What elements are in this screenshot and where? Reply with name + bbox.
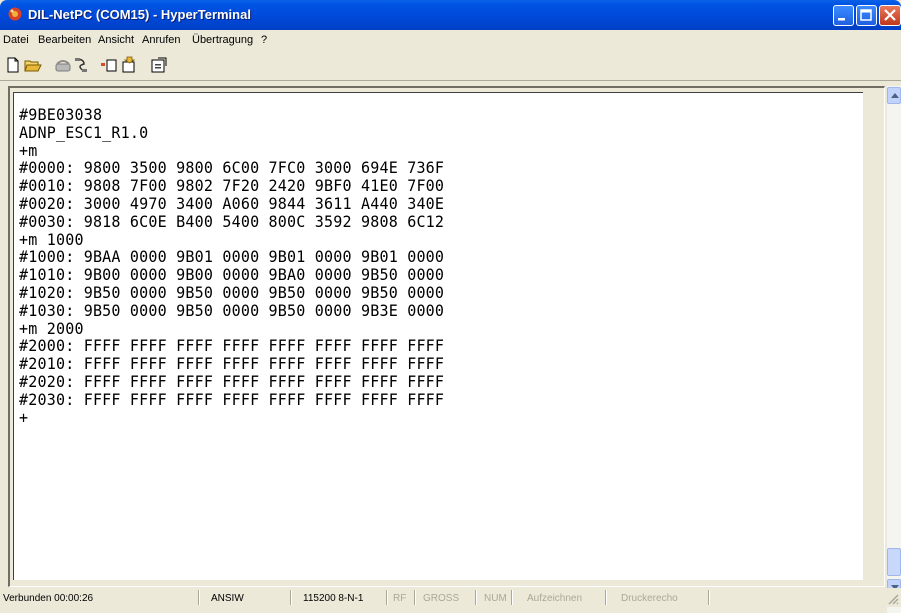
- status-separator: [198, 590, 200, 605]
- toolbar: [0, 50, 901, 81]
- scroll-thumb[interactable]: [887, 548, 901, 576]
- terminal-line: +m 2000: [19, 318, 84, 338]
- resize-grip-icon[interactable]: [886, 592, 899, 605]
- menu-bar: Datei Bearbeiten Ansicht Anrufen Übertra…: [0, 30, 901, 50]
- menu-datei[interactable]: Datei: [3, 34, 29, 46]
- call-icon[interactable]: [54, 56, 72, 74]
- terminal-line: #0000: 9800 3500 9800 6C00 7FC0 3000 694…: [19, 158, 445, 178]
- status-rf: RF: [393, 593, 407, 604]
- terminal-screen[interactable]: #9BE03038 ADNP_ESC1_R1.0 +m #0000: 9800 …: [13, 92, 863, 580]
- close-button[interactable]: [879, 5, 901, 26]
- terminal-line: #9BE03038: [19, 105, 103, 124]
- terminal-line: #1020: 9B50 0000 9B50 0000 9B50 0000 9B5…: [19, 282, 445, 302]
- terminal-line: +m 1000: [19, 229, 84, 249]
- terminal-line: +: [19, 407, 29, 427]
- receive-icon[interactable]: [120, 56, 138, 74]
- status-num: NUM: [484, 593, 507, 604]
- vertical-scrollbar[interactable]: [887, 86, 901, 613]
- status-druckerecho: Druckerecho: [621, 593, 678, 604]
- terminal-line: #0020: 3000 4970 3400 A060 9844 3611 A44…: [19, 193, 445, 213]
- status-aufzeichnen: Aufzeichnen: [527, 593, 583, 604]
- new-icon[interactable]: [4, 56, 22, 74]
- terminal-line: #0010: 9808 7F00 9802 7F20 2420 9BF0 41E…: [19, 176, 445, 196]
- status-connected: Verbunden 00:00:26: [3, 593, 94, 604]
- maximize-button[interactable]: [856, 5, 877, 26]
- window-title: DIL-NetPC (COM15) - HyperTerminal: [28, 7, 251, 22]
- status-gross: GROSS: [423, 593, 460, 604]
- terminal-line: #2000: FFFF FFFF FFFF FFFF FFFF FFFF FFF…: [19, 336, 445, 356]
- menu-ansicht[interactable]: Ansicht: [98, 34, 134, 46]
- status-bar: Verbunden 00:00:26 ANSIW 115200 8-N-1 RF…: [0, 588, 901, 607]
- scroll-up-button[interactable]: [887, 87, 901, 104]
- status-separator: [511, 590, 513, 605]
- minimize-button[interactable]: [833, 5, 854, 26]
- chevron-up-icon: [891, 93, 899, 98]
- title-bar[interactable]: DIL-NetPC (COM15) - HyperTerminal: [0, 0, 901, 30]
- menu-anrufen[interactable]: Anrufen: [142, 34, 181, 46]
- disconnect-icon[interactable]: [72, 56, 90, 74]
- terminal-line: #2030: FFFF FFFF FFFF FFFF FFFF FFFF FFF…: [19, 389, 445, 409]
- terminal-output: #9BE03038 ADNP_ESC1_R1.0 +m #0000: 9800 …: [19, 106, 471, 426]
- status-separator: [386, 590, 388, 605]
- menu-help[interactable]: ?: [261, 34, 267, 46]
- status-separator: [605, 590, 607, 605]
- open-icon[interactable]: [24, 56, 42, 74]
- terminal-line: ADNP_ESC1_R1.0: [19, 122, 149, 142]
- status-port-settings: 115200 8-N-1: [303, 593, 364, 604]
- terminal-line: #1010: 9B00 0000 9B00 0000 9BA0 0000 9B5…: [19, 265, 445, 285]
- status-separator: [708, 590, 710, 605]
- hyperterminal-window: DIL-NetPC (COM15) - HyperTerminal Datei …: [0, 0, 901, 613]
- terminal-line: #2010: FFFF FFFF FFFF FFFF FFFF FFFF FFF…: [19, 354, 445, 374]
- terminal-line: #0030: 9818 6C0E B400 5400 800C 3592 980…: [19, 211, 445, 231]
- status-separator: [475, 590, 477, 605]
- menu-uebertragung[interactable]: Übertragung: [192, 34, 253, 46]
- status-separator: [414, 590, 416, 605]
- minimize-icon: [838, 18, 845, 21]
- send-icon[interactable]: [100, 56, 118, 74]
- terminal-line: #1030: 9B50 0000 9B50 0000 9B50 0000 9B3…: [19, 300, 445, 320]
- status-emulation: ANSIW: [211, 593, 244, 604]
- menu-bearbeiten[interactable]: Bearbeiten: [38, 34, 91, 46]
- close-icon: [884, 9, 896, 21]
- hyperterminal-app-icon[interactable]: [7, 6, 23, 22]
- maximize-icon: [860, 9, 872, 21]
- terminal-line: +m: [19, 140, 38, 160]
- status-separator: [290, 590, 292, 605]
- properties-icon[interactable]: [150, 56, 168, 74]
- terminal-line: #2020: FFFF FFFF FFFF FFFF FFFF FFFF FFF…: [19, 371, 445, 391]
- terminal-line: #1000: 9BAA 0000 9B01 0000 9B01 0000 9B0…: [19, 247, 445, 267]
